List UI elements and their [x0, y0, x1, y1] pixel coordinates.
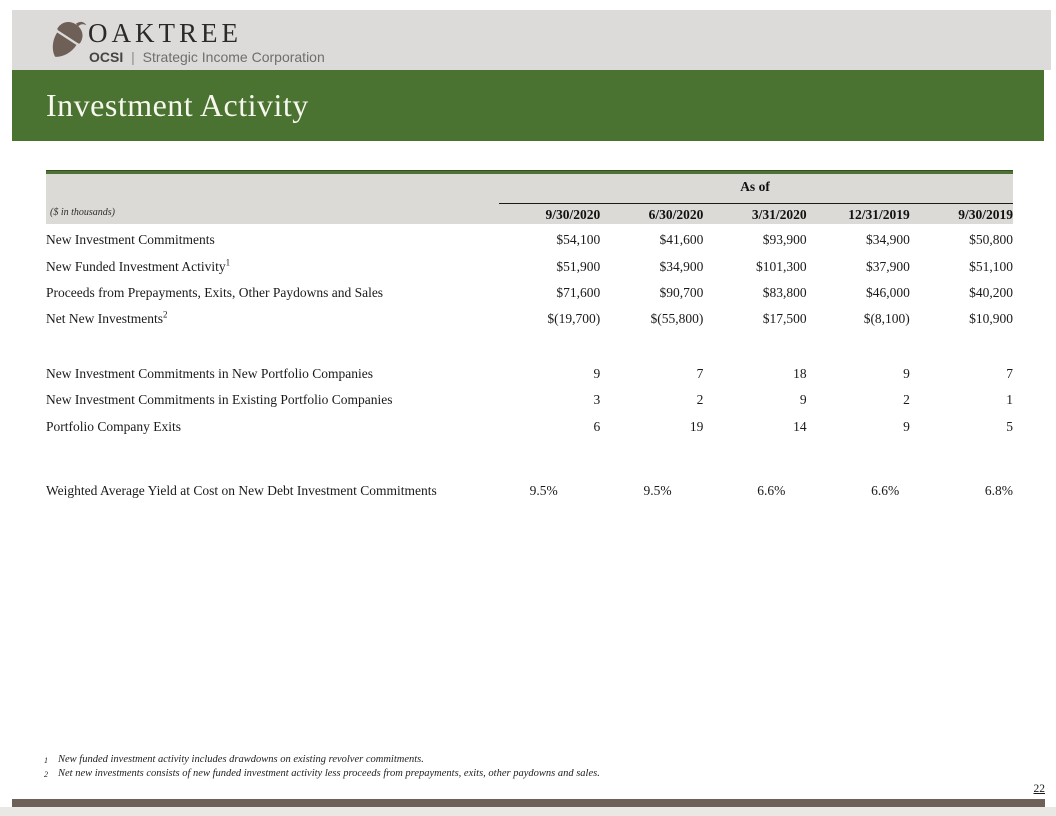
row-label: Proceeds from Prepayments, Exits, Other … [46, 285, 497, 301]
row-value: $(19,700) [497, 311, 600, 327]
slide-title-bar: Investment Activity [12, 70, 1044, 141]
row-value: $46,000 [807, 285, 910, 301]
brand-subtitle: OCSI | Strategic Income Corporation [89, 49, 325, 65]
row-value: $90,700 [600, 285, 703, 301]
row-label: New Investment Commitments [46, 232, 497, 248]
table-row: New Investment Commitments$54,100$41,600… [46, 227, 1013, 253]
row-value: 9 [497, 366, 600, 382]
table-row: Net New Investments2$(19,700)$(55,800)$1… [46, 306, 1013, 332]
table-row: New Investment Commitments in Existing P… [46, 387, 1013, 413]
row-value: $34,900 [600, 259, 703, 275]
as-of-label: As of [497, 179, 1013, 195]
table-row-group: Weighted Average Yield at Cost on New De… [46, 468, 1013, 514]
table-row: New Funded Investment Activity1$51,900$3… [46, 253, 1013, 279]
column-header: 6/30/2020 [600, 207, 703, 223]
row-value: $(55,800) [600, 311, 703, 327]
table-row: Weighted Average Yield at Cost on New De… [46, 468, 1013, 514]
row-label: Net New Investments2 [46, 311, 497, 327]
footnote-marker: 2 [163, 310, 168, 320]
units-label: ($ in thousands) [50, 207, 115, 218]
table-header: As of 9/30/20206/30/20203/31/202012/31/2… [46, 174, 1013, 224]
row-value: $10,900 [910, 311, 1013, 327]
row-value: $50,800 [910, 232, 1013, 248]
row-label: Portfolio Company Exits [46, 419, 497, 435]
row-label: Weighted Average Yield at Cost on New De… [46, 482, 444, 499]
row-label: New Investment Commitments in Existing P… [46, 392, 497, 408]
row-value: 18 [703, 366, 806, 382]
row-value: 3 [497, 392, 600, 408]
row-value: $71,600 [497, 285, 600, 301]
table-row: Portfolio Company Exits6191495 [46, 413, 1013, 439]
footnote-text: Net new investments consists of new fund… [48, 767, 600, 781]
table-body: New Investment Commitments$54,100$41,600… [46, 224, 1013, 514]
row-value: 7 [910, 366, 1013, 382]
footnotes: 1New funded investment activity includes… [44, 753, 964, 781]
table-row: Proceeds from Prepayments, Exits, Other … [46, 280, 1013, 306]
slide-title: Investment Activity [46, 87, 309, 124]
row-value: $17,500 [703, 311, 806, 327]
brand-separator: | [127, 49, 139, 65]
row-value: $93,900 [703, 232, 806, 248]
column-headers: 9/30/20206/30/20203/31/202012/31/20199/3… [497, 207, 1013, 223]
footnote-marker: 1 [226, 257, 231, 267]
row-value: $34,900 [807, 232, 910, 248]
row-value: 1 [910, 392, 1013, 408]
row-value: 9 [807, 419, 910, 435]
row-value: $37,900 [807, 259, 910, 275]
row-value: 6.6% [785, 483, 899, 499]
row-value: 6.8% [899, 483, 1013, 499]
row-label: New Funded Investment Activity1 [46, 259, 497, 275]
column-header: 3/31/2020 [703, 207, 806, 223]
table-row-group: New Investment Commitments$54,100$41,600… [46, 227, 1013, 333]
row-label: New Investment Commitments in New Portfo… [46, 366, 497, 382]
row-value: 9 [807, 366, 910, 382]
column-header: 9/30/2020 [497, 207, 600, 223]
row-value: 7 [600, 366, 703, 382]
row-value: 6.6% [672, 483, 786, 499]
row-value: $54,100 [497, 232, 600, 248]
row-value: 9.5% [444, 483, 558, 499]
page-number: 22 [1034, 783, 1046, 795]
table-row-group: New Investment Commitments in New Portfo… [46, 361, 1013, 440]
row-value: $41,600 [600, 232, 703, 248]
row-value: $51,100 [910, 259, 1013, 275]
table-row: New Investment Commitments in New Portfo… [46, 361, 1013, 387]
row-value: 9.5% [558, 483, 672, 499]
footer-accent-bar [12, 799, 1045, 807]
investment-activity-table: As of 9/30/20206/30/20203/31/202012/31/2… [46, 170, 1013, 514]
row-value: $(8,100) [807, 311, 910, 327]
row-value: $40,200 [910, 285, 1013, 301]
column-header: 12/31/2019 [807, 207, 910, 223]
row-value: 6 [497, 419, 600, 435]
footnote-text: New funded investment activity includes … [48, 753, 424, 767]
brand-unit: OCSI [89, 49, 123, 65]
row-value: 5 [910, 419, 1013, 435]
row-value: $101,300 [703, 259, 806, 275]
row-value: 9 [703, 392, 806, 408]
footnote: 2Net new investments consists of new fun… [44, 767, 964, 781]
as-of-underline [499, 203, 1013, 204]
column-header: 9/30/2019 [910, 207, 1013, 223]
footnote: 1New funded investment activity includes… [44, 753, 964, 767]
row-value: $51,900 [497, 259, 600, 275]
footer-bottom-strip [0, 807, 1056, 816]
row-value: 2 [807, 392, 910, 408]
brand-header-bar: OAKTREE OCSI | Strategic Income Corporat… [12, 10, 1051, 70]
row-value: 19 [600, 419, 703, 435]
row-value: 14 [703, 419, 806, 435]
row-value: 2 [600, 392, 703, 408]
acorn-logo-icon [44, 15, 88, 65]
brand-name: OAKTREE [88, 18, 242, 49]
brand-descriptor: Strategic Income Corporation [143, 49, 325, 65]
row-value: $83,800 [703, 285, 806, 301]
